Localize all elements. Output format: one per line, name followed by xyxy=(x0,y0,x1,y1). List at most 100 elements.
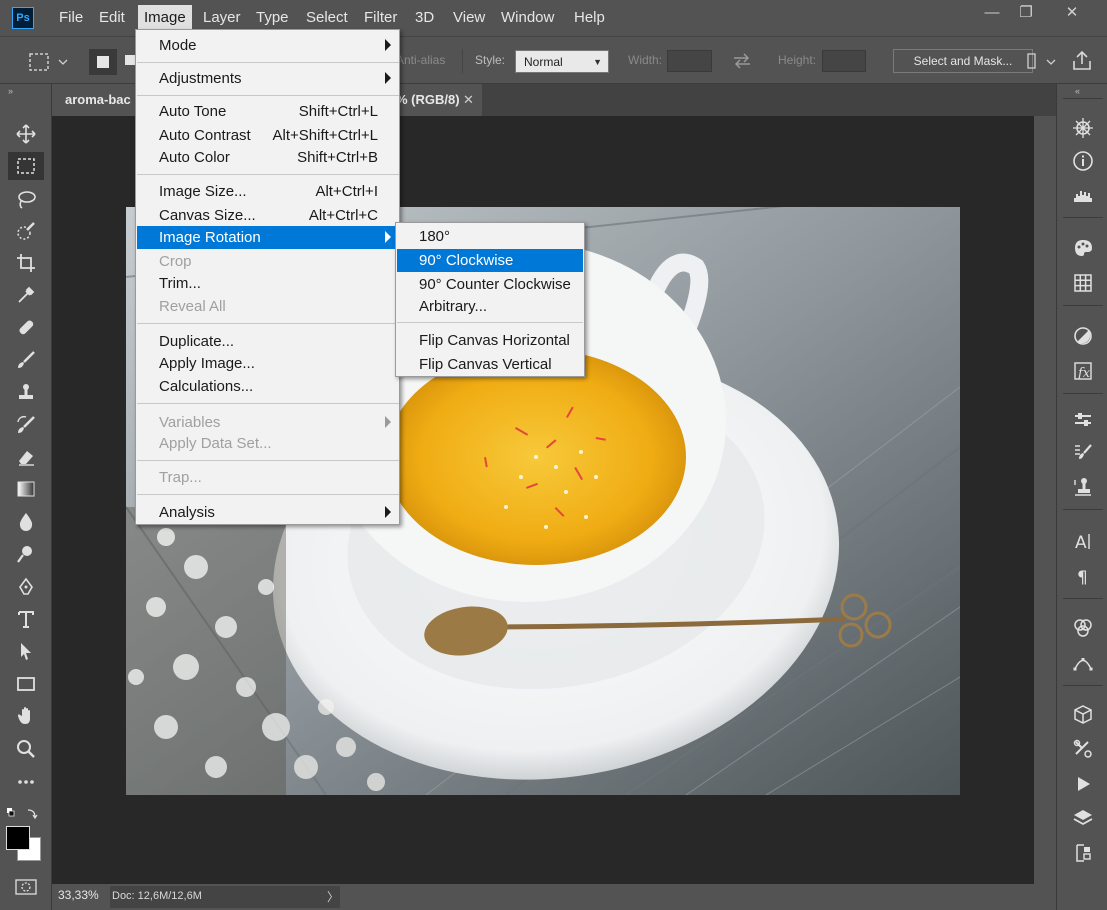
move-tool[interactable] xyxy=(8,120,44,148)
menu-3d[interactable]: 3D xyxy=(409,5,440,30)
layers-panel-button[interactable] xyxy=(1069,804,1097,832)
lasso-tool[interactable] xyxy=(8,185,44,213)
rectangle-tool[interactable] xyxy=(8,670,44,698)
width-input[interactable] xyxy=(667,50,712,72)
menu-item-analysis[interactable]: Analysis xyxy=(137,501,399,524)
properties-panel-button[interactable] xyxy=(1069,406,1097,434)
menu-layer[interactable]: Layer xyxy=(197,5,247,30)
menu-filter[interactable]: Filter xyxy=(358,5,403,30)
swap-colors-icon[interactable] xyxy=(6,806,42,822)
status-menu-arrow-icon[interactable]: 〉 xyxy=(327,888,339,905)
menu-item-mode[interactable]: Mode xyxy=(137,34,399,57)
history-brush-icon xyxy=(17,415,35,433)
dodge-tool[interactable] xyxy=(8,540,44,568)
marquee-preset-icon[interactable] xyxy=(28,51,50,73)
submenu-item-flip-vertical[interactable]: Flip Canvas Vertical xyxy=(397,353,583,376)
close-window-button[interactable]: ✕ xyxy=(1052,0,1092,25)
menu-item-auto-color[interactable]: Auto Color Shift+Ctrl+B xyxy=(137,146,399,169)
gradient-tool[interactable] xyxy=(8,475,44,503)
history-brush-tool[interactable] xyxy=(8,411,44,439)
path-selection-tool[interactable] xyxy=(8,637,44,665)
photoshop-logo[interactable]: Ps xyxy=(12,7,34,29)
preset-chevron-down-icon[interactable] xyxy=(58,57,68,67)
paths-panel-button[interactable] xyxy=(1069,649,1097,677)
actions-panel-button[interactable] xyxy=(1069,770,1097,798)
menu-item-apply-image[interactable]: Apply Image... xyxy=(137,352,399,375)
clone-stamp-tool[interactable] xyxy=(8,378,44,406)
document-tab-close-icon[interactable]: ✕ xyxy=(463,84,474,116)
menu-item-auto-tone[interactable]: Auto Tone Shift+Ctrl+L xyxy=(137,100,399,123)
menu-view[interactable]: View xyxy=(447,5,491,30)
channels-panel-button[interactable] xyxy=(1069,614,1097,642)
workspace-chevron-down-icon[interactable] xyxy=(1046,57,1056,67)
submenu-item-arbitrary[interactable]: Arbitrary... xyxy=(397,295,583,318)
menu-separator xyxy=(137,403,399,404)
color-panel-button[interactable] xyxy=(1069,234,1097,262)
menu-item-calculations[interactable]: Calculations... xyxy=(137,375,399,398)
marquee-tool[interactable] xyxy=(8,152,44,180)
menu-item-trap: Trap... xyxy=(137,466,399,489)
collapse-panels-icon[interactable]: « xyxy=(1075,86,1080,96)
type-tool[interactable] xyxy=(8,605,44,633)
swatches-panel-button[interactable] xyxy=(1069,269,1097,297)
quick-select-tool[interactable] xyxy=(8,217,44,245)
adjustments-panel-button[interactable] xyxy=(1069,322,1097,350)
menu-item-image-size[interactable]: Image Size... Alt+Ctrl+I xyxy=(137,180,399,203)
3d-panel-button[interactable] xyxy=(1069,701,1097,729)
styles-panel-button[interactable]: fx xyxy=(1069,357,1097,385)
menu-window[interactable]: Window xyxy=(495,5,560,30)
svg-text:fx: fx xyxy=(1077,366,1091,381)
healing-brush-tool[interactable] xyxy=(8,313,44,341)
menu-item-trim[interactable]: Trim... xyxy=(137,272,399,295)
character-panel-button[interactable]: A xyxy=(1069,527,1097,555)
new-selection-button[interactable] xyxy=(89,49,117,75)
restore-button[interactable]: ❐ xyxy=(1006,0,1046,25)
brush-tool[interactable] xyxy=(8,346,44,374)
submenu-item-90-clockwise[interactable]: 90° Clockwise xyxy=(397,249,583,272)
submenu-item-180[interactable]: 180° xyxy=(397,225,583,248)
brush-settings-panel-button[interactable] xyxy=(1069,439,1097,467)
hand-tool[interactable] xyxy=(8,702,44,730)
zoom-tool[interactable] xyxy=(8,735,44,763)
swap-dimensions-icon[interactable] xyxy=(731,51,753,71)
menu-image[interactable]: Image xyxy=(138,5,192,30)
menu-item-adjustments[interactable]: Adjustments xyxy=(137,67,399,90)
collapse-toolbar-icon[interactable]: » xyxy=(8,86,13,96)
quick-mask-icon[interactable] xyxy=(14,878,38,896)
workspace-icon[interactable] xyxy=(1026,51,1038,71)
navigator-panel-button[interactable] xyxy=(1069,114,1097,142)
tool-presets-panel-button[interactable] xyxy=(1069,735,1097,763)
eraser-tool[interactable] xyxy=(8,443,44,471)
menu-item-duplicate[interactable]: Duplicate... xyxy=(137,330,399,353)
pen-tool[interactable] xyxy=(8,573,44,601)
more-tools-button[interactable] xyxy=(8,768,44,796)
height-input[interactable] xyxy=(822,50,866,72)
crop-tool[interactable] xyxy=(8,249,44,277)
menu-type[interactable]: Type xyxy=(250,5,295,30)
submenu-item-label: 180° xyxy=(419,228,451,245)
menu-item-label: Duplicate... xyxy=(159,333,235,350)
blur-tool[interactable] xyxy=(8,508,44,536)
foreground-color-swatch[interactable] xyxy=(6,826,30,850)
menu-item-image-rotation[interactable]: Image Rotation xyxy=(137,226,399,249)
layer-comps-panel-button[interactable] xyxy=(1069,839,1097,867)
zoom-level[interactable]: 33,33% xyxy=(58,888,99,902)
paragraph-panel-button[interactable]: ¶ xyxy=(1069,562,1097,590)
clone-source-panel-button[interactable] xyxy=(1069,473,1097,501)
info-panel-button[interactable] xyxy=(1069,147,1097,175)
new-selection-icon xyxy=(97,56,109,68)
menu-item-auto-contrast[interactable]: Auto Contrast Alt+Shift+Ctrl+L xyxy=(137,124,399,147)
menu-file[interactable]: File xyxy=(53,5,89,30)
path-select-icon xyxy=(21,643,31,660)
share-icon[interactable] xyxy=(1070,49,1094,73)
select-and-mask-button[interactable]: Select and Mask... xyxy=(893,49,1033,73)
histogram-panel-button[interactable] xyxy=(1069,181,1097,209)
style-select[interactable]: Normal ▼ xyxy=(515,50,609,73)
menu-select[interactable]: Select xyxy=(300,5,354,30)
submenu-item-flip-horizontal[interactable]: Flip Canvas Horizontal xyxy=(397,329,583,352)
menu-help[interactable]: Help xyxy=(568,5,611,30)
menu-item-canvas-size[interactable]: Canvas Size... Alt+Ctrl+C xyxy=(137,204,399,227)
menu-edit[interactable]: Edit xyxy=(93,5,131,30)
submenu-item-90-counter-clockwise[interactable]: 90° Counter Clockwise xyxy=(397,273,583,296)
eyedropper-tool[interactable] xyxy=(8,281,44,309)
